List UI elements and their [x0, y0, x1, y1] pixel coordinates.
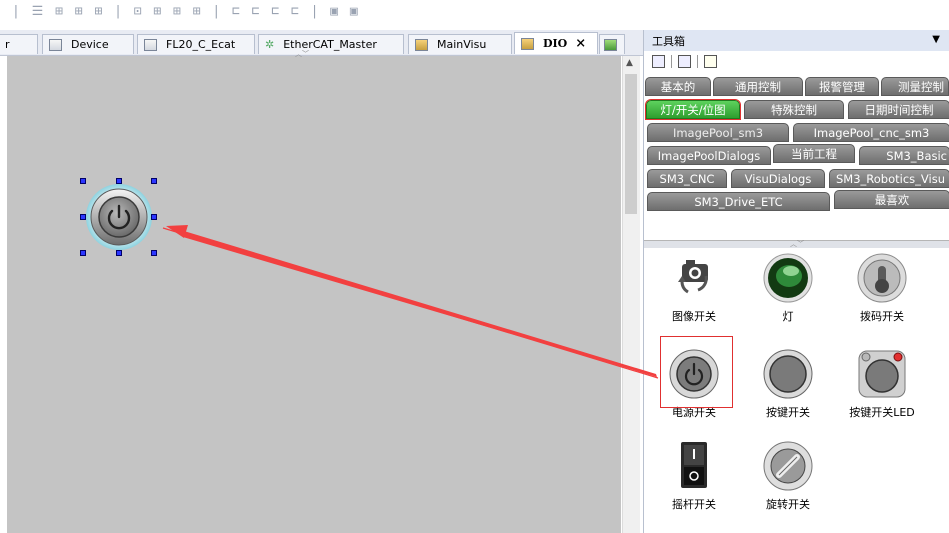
- push-switch-icon: [763, 349, 813, 399]
- library-sm3-robotics-visu[interactable]: SM3_Robotics_Visu: [829, 169, 949, 188]
- rocker-switch-icon: [681, 442, 707, 488]
- placed-power-switch[interactable]: [83, 181, 155, 253]
- panel-menu-icon[interactable]: ▼: [932, 34, 940, 45]
- toolbar-icons[interactable]: | ☰ ⊞ ⊞ ⊞ | ⊡ ⊞ ⊞ ⊞ | ⊏ ⊏ ⊏ ⊏ | ▣ ▣: [12, 4, 360, 19]
- toolbox-panel: 工具箱 ▼ 基本的 通用控制 报警管理 测量控制 灯/开关/位图 特殊控制 日期…: [643, 30, 949, 533]
- library-imagepool-cnc-sm3[interactable]: ImagePool_cnc_sm3: [793, 123, 949, 142]
- tab-device[interactable]: Device: [42, 34, 134, 54]
- vertical-scrollbar[interactable]: ▲: [622, 56, 640, 533]
- library-imagepooldialogs[interactable]: ImagePoolDialogs: [647, 146, 771, 165]
- visu-icon: [521, 37, 534, 50]
- tab-mainvisu[interactable]: MainVisu: [408, 34, 512, 54]
- push-switch-led-icon: [858, 350, 906, 398]
- resize-handle[interactable]: [151, 178, 157, 184]
- tab-ethercat-master[interactable]: ✲ EtherCAT_Master: [258, 34, 404, 54]
- item-label: 旋转开关: [766, 498, 810, 511]
- tab-label: MainVisu: [437, 38, 487, 51]
- toolbox-categories: 基本的 通用控制 报警管理 测量控制 灯/开关/位图 特殊控制 日期时间控制 I…: [644, 75, 949, 243]
- item-label: 图像开关: [672, 310, 716, 323]
- splitter-handle-icon[interactable]: ︿﹀: [287, 49, 317, 58]
- device-icon: [49, 38, 62, 51]
- device-icon: [144, 38, 157, 51]
- item-label: 灯: [782, 310, 794, 323]
- resize-handle[interactable]: [151, 214, 157, 220]
- image-switch-icon: [678, 260, 708, 294]
- resize-handle[interactable]: [151, 250, 157, 256]
- grid-view-icon[interactable]: [678, 55, 691, 68]
- separator: [671, 55, 672, 68]
- image-view-icon[interactable]: [704, 55, 717, 68]
- item-label: 摇杆开关: [672, 498, 716, 511]
- category-basic[interactable]: 基本的: [645, 77, 711, 96]
- toolbox-item-rotary-switch[interactable]: 旋转开关: [748, 440, 828, 512]
- library-sm3-drive-etc[interactable]: SM3_Drive_ETC: [647, 192, 830, 211]
- scroll-thumb[interactable]: [625, 74, 637, 214]
- tab-label: DIO: [543, 37, 568, 50]
- toolbox-item-image-switch[interactable]: 图像开关: [654, 252, 734, 324]
- item-label: 按键开关LED: [849, 406, 915, 419]
- separator: [697, 55, 698, 68]
- library-imagepool-sm3[interactable]: ImagePool_sm3: [647, 123, 789, 142]
- toolbox-item-push-switch[interactable]: 按键开关: [748, 348, 828, 420]
- highlight-box: [660, 336, 733, 408]
- rotary-switch-icon: [763, 441, 813, 491]
- tab-partial[interactable]: r: [0, 34, 38, 54]
- power-switch-icon: [86, 184, 152, 250]
- toolbox-item-dip-switch[interactable]: 拨码开关: [842, 252, 922, 324]
- resize-handle[interactable]: [116, 250, 122, 256]
- toolbox-title-bar: 工具箱 ▼: [644, 30, 949, 51]
- item-label: 拨码开关: [860, 310, 904, 323]
- item-label: 按键开关: [766, 406, 810, 419]
- close-icon[interactable]: ×: [575, 36, 586, 51]
- category-special-controls[interactable]: 特殊控制: [744, 100, 844, 119]
- library-visudialogs[interactable]: VisuDialogs: [731, 169, 825, 188]
- editor-tab-strip: r Device FL20_C_Ecat ✲ EtherCAT_Master M…: [0, 30, 643, 73]
- resize-handle[interactable]: [80, 250, 86, 256]
- more-icon: [604, 38, 617, 51]
- toolbox-item-lamp[interactable]: 灯: [748, 252, 828, 324]
- toolbox-item-push-switch-led[interactable]: 按键开关LED: [842, 348, 922, 420]
- scroll-up-icon[interactable]: ▲: [626, 58, 633, 68]
- lamp-icon: [763, 253, 813, 303]
- tab-label: FL20_C_Ecat: [166, 38, 236, 51]
- toolbox-view-buttons: [652, 55, 717, 68]
- category-measure[interactable]: 测量控制: [881, 77, 949, 96]
- tab-more[interactable]: [599, 34, 625, 54]
- visu-editor-canvas[interactable]: [7, 56, 621, 533]
- category-alarm[interactable]: 报警管理: [805, 77, 879, 96]
- library-current-project[interactable]: 当前工程: [773, 144, 855, 163]
- tab-dio[interactable]: DIO ×: [514, 32, 598, 54]
- tab-label: r: [5, 38, 10, 51]
- toolbox-title: 工具箱: [652, 34, 685, 48]
- tab-fl20-c-ecat[interactable]: FL20_C_Ecat: [137, 34, 255, 54]
- list-view-icon[interactable]: [652, 55, 665, 68]
- main-toolbar: | ☰ ⊞ ⊞ ⊞ | ⊡ ⊞ ⊞ ⊞ | ⊏ ⊏ ⊏ ⊏ | ▣ ▣: [0, 0, 949, 30]
- visu-icon: [415, 38, 428, 51]
- ethercat-icon: ✲: [265, 38, 275, 51]
- library-sm3-basic[interactable]: SM3_Basic: [859, 146, 949, 165]
- tab-label: Device: [71, 38, 109, 51]
- category-datetime[interactable]: 日期时间控制: [848, 100, 949, 119]
- resize-handle[interactable]: [80, 214, 86, 220]
- toolbox-splitter-icon[interactable]: ︿﹀: [644, 240, 949, 248]
- category-lamps-switches-bitmaps[interactable]: 灯/开关/位图: [645, 99, 741, 120]
- dip-switch-icon: [857, 253, 907, 303]
- resize-handle[interactable]: [80, 178, 86, 184]
- library-sm3-cnc[interactable]: SM3_CNC: [647, 169, 727, 188]
- category-common-controls[interactable]: 通用控制: [713, 77, 803, 96]
- toolbox-item-rocker-switch[interactable]: 摇杆开关: [654, 440, 734, 512]
- resize-handle[interactable]: [116, 178, 122, 184]
- library-favorites[interactable]: 最喜欢: [834, 190, 949, 209]
